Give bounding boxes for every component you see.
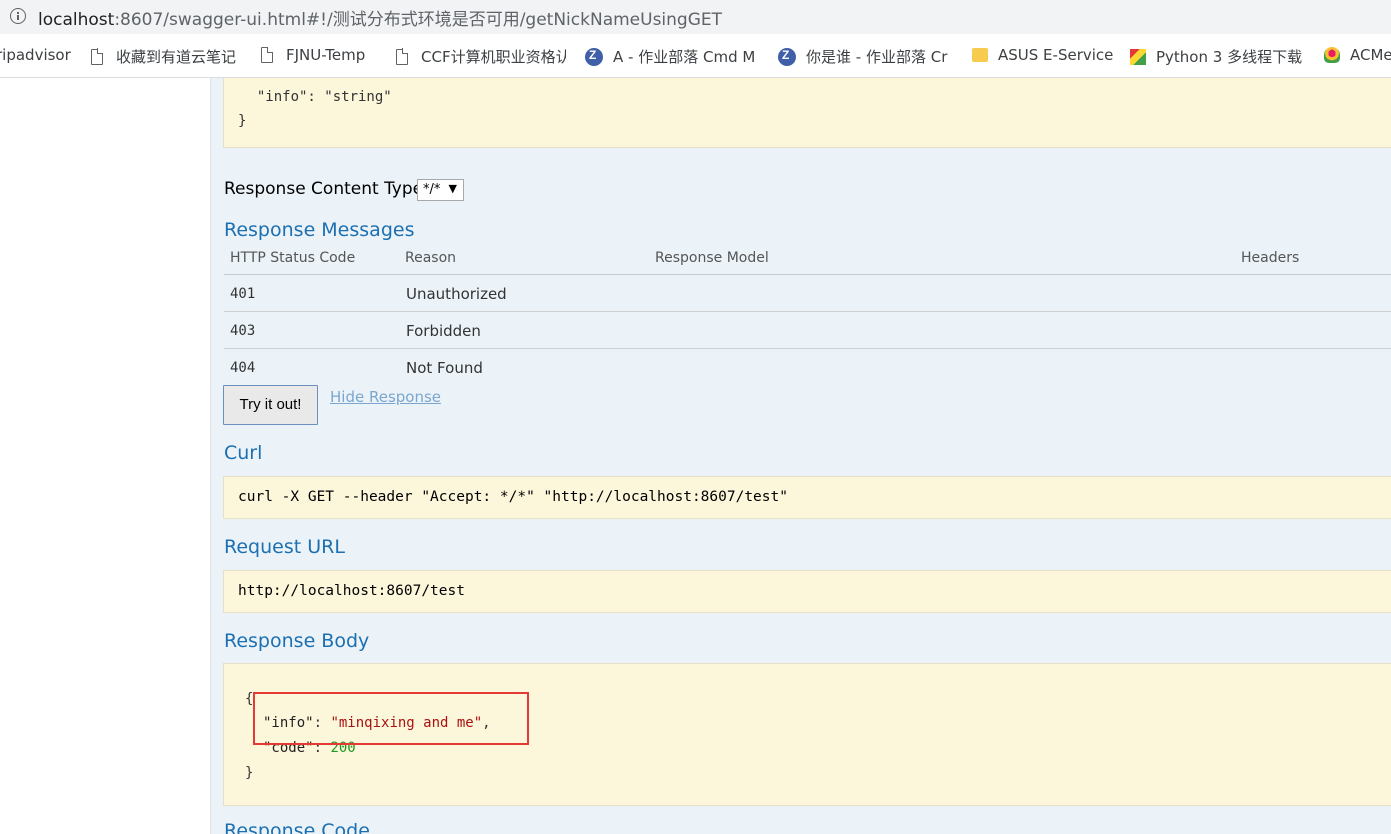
bookmark-label: A - 作业部落 Cmd M <box>613 48 755 66</box>
url-text[interactable]: localhost:8607/swagger-ui.html#!/测试分布式环境… <box>38 5 722 30</box>
response-messages-header: HTTP Status Code Reason Response Model H… <box>224 248 1391 275</box>
bookmark-youdao[interactable]: 收藏到有道云笔记 <box>91 46 236 67</box>
json-brace: } <box>245 765 254 781</box>
bookmark-label: 你是谁 - 作业部落 Cr <box>806 48 948 66</box>
bookmark-acm[interactable]: ACMe <box>1324 46 1391 64</box>
bookmark-label: ACMe <box>1350 46 1391 64</box>
bookmark-fjnu-temp[interactable]: FJNU-Temp <box>261 46 365 64</box>
try-it-out-button[interactable]: Try it out! <box>223 385 318 425</box>
bookmark-ccf[interactable]: CCF计算机职业资格认 <box>396 46 566 67</box>
url-path: :8607/swagger-ui.html#!/测试分布式环境是否可用/getN… <box>114 10 723 30</box>
response-content-type-label: Response Content Type <box>224 179 424 199</box>
status-reason: Not Found <box>406 359 483 377</box>
bookmark-zuoye-a[interactable]: A - 作业部落 Cmd M <box>585 46 755 67</box>
status-reason: Forbidden <box>406 322 481 340</box>
bookmark-label: ripadvisor <box>0 46 71 64</box>
status-reason: Unauthorized <box>406 285 507 303</box>
select-value: */* <box>423 182 441 197</box>
dropdown-arrow-icon: ▼ <box>448 182 457 195</box>
request-url-heading: Request URL <box>224 536 345 558</box>
bookmark-label: FJNU-Temp <box>286 46 366 64</box>
acm-icon <box>1324 47 1340 63</box>
column-header: HTTP Status Code <box>230 250 356 266</box>
request-url-box: http://localhost:8607/test <box>223 570 1391 613</box>
response-body-heading: Response Body <box>224 630 370 652</box>
zuoye-icon <box>778 47 796 66</box>
column-header: Response Model <box>655 250 769 266</box>
hide-response-link[interactable]: Hide Response <box>330 388 441 406</box>
status-code: 401 <box>230 286 256 302</box>
zuoye-icon <box>585 47 603 66</box>
column-header: Headers <box>1241 250 1300 266</box>
table-row: 404 Not Found <box>224 349 1391 386</box>
bookmark-label: Python 3 多线程下载 <box>1156 48 1303 66</box>
bookmarks-bar: ripadvisor 收藏到有道云笔记 FJNU-Temp CCF计算机职业资格… <box>0 34 1391 78</box>
bookmark-label: CCF计算机职业资格认 <box>421 48 566 66</box>
highlight-box <box>253 692 529 745</box>
response-content-type-select[interactable]: */* ▼ <box>417 179 464 201</box>
bookmark-tripadvisor[interactable]: ripadvisor <box>0 46 71 64</box>
bookmark-label: 收藏到有道云笔记 <box>116 48 237 66</box>
request-url-value: http://localhost:8607/test <box>238 583 465 599</box>
bookmark-asus[interactable]: ASUS E-Service <box>972 46 1113 64</box>
url-host: localhost <box>38 10 115 30</box>
status-code: 404 <box>230 360 256 376</box>
column-header: Reason <box>405 250 457 266</box>
curl-heading: Curl <box>224 442 263 464</box>
folder-icon <box>972 48 988 62</box>
bookmark-python[interactable]: Python 3 多线程下载 <box>1130 46 1306 67</box>
page-icon <box>261 46 274 63</box>
page-icon <box>396 48 409 65</box>
address-bar[interactable]: localhost:8607/swagger-ui.html#!/测试分布式环境… <box>0 0 1391 34</box>
model-schema-box: "info": "string" } <box>223 78 1391 148</box>
left-pane <box>0 78 211 834</box>
schema-line: } <box>238 113 247 129</box>
bookmark-zuoye-who[interactable]: 你是谁 - 作业部落 Cr <box>778 46 948 67</box>
curl-box: curl -X GET --header "Accept: */*" "http… <box>223 476 1391 519</box>
page-icon <box>91 48 104 65</box>
table-row: 401 Unauthorized <box>224 275 1391 312</box>
curl-command: curl -X GET --header "Accept: */*" "http… <box>238 489 788 505</box>
python-icon <box>1130 48 1146 65</box>
status-code: 403 <box>230 323 256 339</box>
bookmark-label: ASUS E-Service <box>998 46 1114 64</box>
info-icon[interactable] <box>10 8 26 24</box>
table-row: 403 Forbidden <box>224 312 1391 349</box>
response-messages-heading: Response Messages <box>224 219 415 241</box>
response-code-heading: Response Code <box>224 820 370 834</box>
schema-line: "info": "string" <box>240 89 392 105</box>
